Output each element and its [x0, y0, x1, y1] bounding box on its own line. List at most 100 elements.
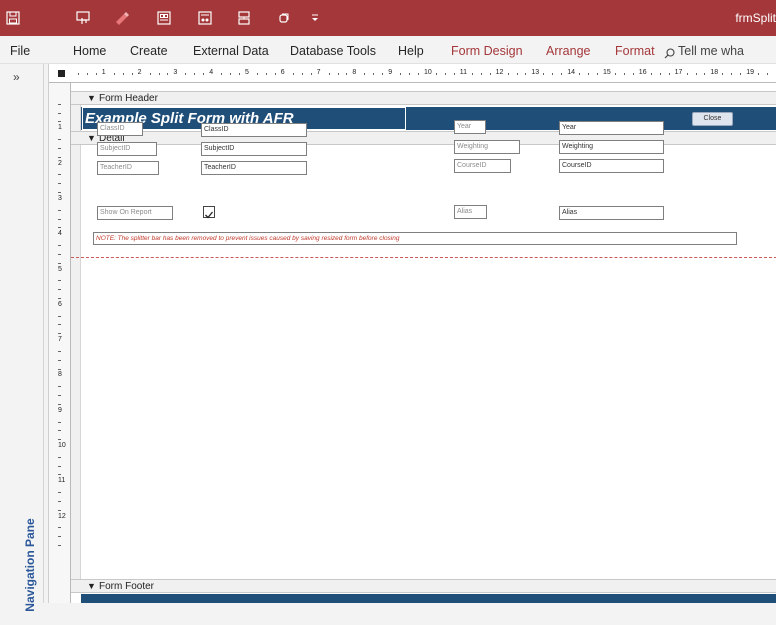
tab-create[interactable]: Create [130, 44, 168, 58]
year-textbox[interactable]: Year [559, 121, 664, 135]
restore-icon[interactable] [275, 9, 293, 27]
tab-file[interactable]: File [10, 44, 30, 58]
search-icon[interactable] [664, 46, 675, 64]
relationships-icon[interactable] [235, 9, 253, 27]
ruler-tick [58, 103, 61, 105]
splitter-note-label[interactable]: NOTE: The splitter bar has been removed … [93, 232, 737, 245]
ruler-number: 12 [495, 69, 504, 76]
tab-database-tools[interactable]: Database Tools [290, 44, 376, 58]
form-footer-bar[interactable]: ▼ Form Footer [71, 579, 776, 593]
courseid-label[interactable]: CourseID [454, 159, 511, 173]
form-header-bar[interactable]: ▼ Form Header [71, 91, 776, 105]
ruler-tick [731, 73, 733, 75]
section-arrow-icon: ▼ [87, 133, 96, 143]
ruler-tick [58, 289, 61, 291]
ruler-number: 10 [424, 69, 432, 76]
ruler-tick [58, 147, 61, 149]
alias-textbox[interactable]: Alias [559, 206, 664, 220]
ribbon-tabs: File Home Create External Data Database … [0, 36, 776, 64]
ruler-tick [221, 73, 223, 75]
ruler-tick [722, 73, 724, 75]
ruler-number: 1 [101, 69, 106, 76]
detail-bar[interactable]: ▼ Detail [71, 131, 776, 145]
weighting-label[interactable]: Weighting [454, 140, 520, 154]
ruler-tick [58, 500, 61, 502]
touch-mode-icon[interactable] [74, 9, 92, 27]
ruler-number: 6 [58, 300, 62, 308]
ruler-tick [58, 350, 61, 352]
property-sheet-icon[interactable] [196, 9, 214, 27]
form-selector[interactable] [58, 70, 65, 77]
tab-arrange[interactable]: Arrange [546, 44, 590, 58]
ruler-tick [525, 73, 527, 75]
ruler-tick [122, 73, 124, 75]
close-button[interactable]: Close [692, 112, 733, 126]
classid-label[interactable]: ClassID [97, 122, 143, 136]
tab-external-data[interactable]: External Data [193, 44, 269, 58]
save-icon[interactable] [4, 9, 22, 27]
splitter-bar-line [71, 257, 776, 258]
ruler-tick [86, 73, 88, 75]
alias-label[interactable]: Alias [454, 205, 487, 219]
ruler-tick [409, 73, 411, 75]
tab-format[interactable]: Format [615, 44, 655, 58]
tab-home[interactable]: Home [73, 44, 106, 58]
ruler-tick [588, 73, 590, 75]
courseid-textbox[interactable]: CourseID [559, 159, 664, 173]
ruler-number: 11 [58, 477, 66, 485]
ruler-tick [58, 403, 61, 405]
ruler-tick [623, 73, 625, 75]
teacherid-label[interactable]: TeacherID [97, 161, 159, 175]
ruler-number: 1 [58, 124, 62, 132]
ruler-tick [239, 73, 241, 75]
format-painter-icon[interactable] [113, 9, 131, 27]
ruler-tick [310, 73, 312, 75]
form-view-icon[interactable] [155, 9, 173, 27]
section-arrow-icon: ▼ [87, 93, 96, 103]
ruler-tick [58, 430, 61, 432]
ruler-tick [203, 73, 205, 75]
ruler-number: 9 [58, 406, 62, 414]
ruler-tick [194, 73, 196, 75]
weighting-textbox[interactable]: Weighting [559, 140, 664, 154]
ruler-tick [58, 474, 61, 476]
ruler-number: 9 [388, 69, 393, 76]
ruler-tick [471, 73, 473, 75]
navigation-pane: » Navigation Pane [0, 64, 44, 612]
ruler-number: 8 [352, 69, 357, 76]
expand-nav-icon[interactable]: » [13, 70, 20, 84]
title-bar: frmSplit [0, 0, 776, 36]
teacherid-textbox[interactable]: TeacherID [201, 161, 307, 175]
ruler-tick [58, 456, 61, 458]
ruler-number: 19 [746, 69, 754, 76]
ruler-tick [740, 73, 742, 75]
tell-me-input[interactable]: Tell me wha [678, 44, 744, 58]
detail-selector-strip[interactable] [71, 145, 81, 585]
ruler-tick [480, 73, 482, 75]
tab-help[interactable]: Help [398, 44, 424, 58]
ruler-tick [58, 386, 61, 388]
customize-icon[interactable] [306, 9, 324, 27]
ruler-tick [453, 73, 455, 75]
ruler-tick [256, 73, 258, 75]
vertical-ruler[interactable]: 1 2 3 4 5 6 7 8 9 10 11 12 [49, 83, 71, 603]
ruler-number: 5 [245, 69, 249, 76]
header-selector-strip[interactable] [71, 105, 81, 132]
tab-form-design[interactable]: Form Design [451, 44, 523, 58]
navigation-pane-label[interactable]: Navigation Pane [23, 505, 37, 625]
ruler-tick [704, 73, 706, 75]
horizontal-ruler[interactable]: 1 2 3 4 5 6 7 8 9 10 11 12 13 14 15 16 17 18 19 [49, 64, 776, 83]
subjectid-textbox[interactable]: SubjectID [201, 142, 307, 156]
year-label[interactable]: Year [454, 120, 486, 134]
ruler-tick [444, 73, 446, 75]
show-on-report-label[interactable]: Show On Report [97, 206, 173, 220]
ruler-tick [579, 73, 581, 75]
ruler-number: 14 [567, 69, 575, 76]
ruler-number: 10 [58, 442, 66, 449]
show-on-report-checkbox[interactable] [203, 206, 215, 219]
subjectid-label[interactable]: SubjectID [97, 142, 157, 156]
ruler-tick [614, 73, 616, 75]
ruler-tick [58, 227, 61, 229]
classid-textbox[interactable]: ClassID [201, 123, 307, 137]
ruler-tick [58, 156, 61, 158]
